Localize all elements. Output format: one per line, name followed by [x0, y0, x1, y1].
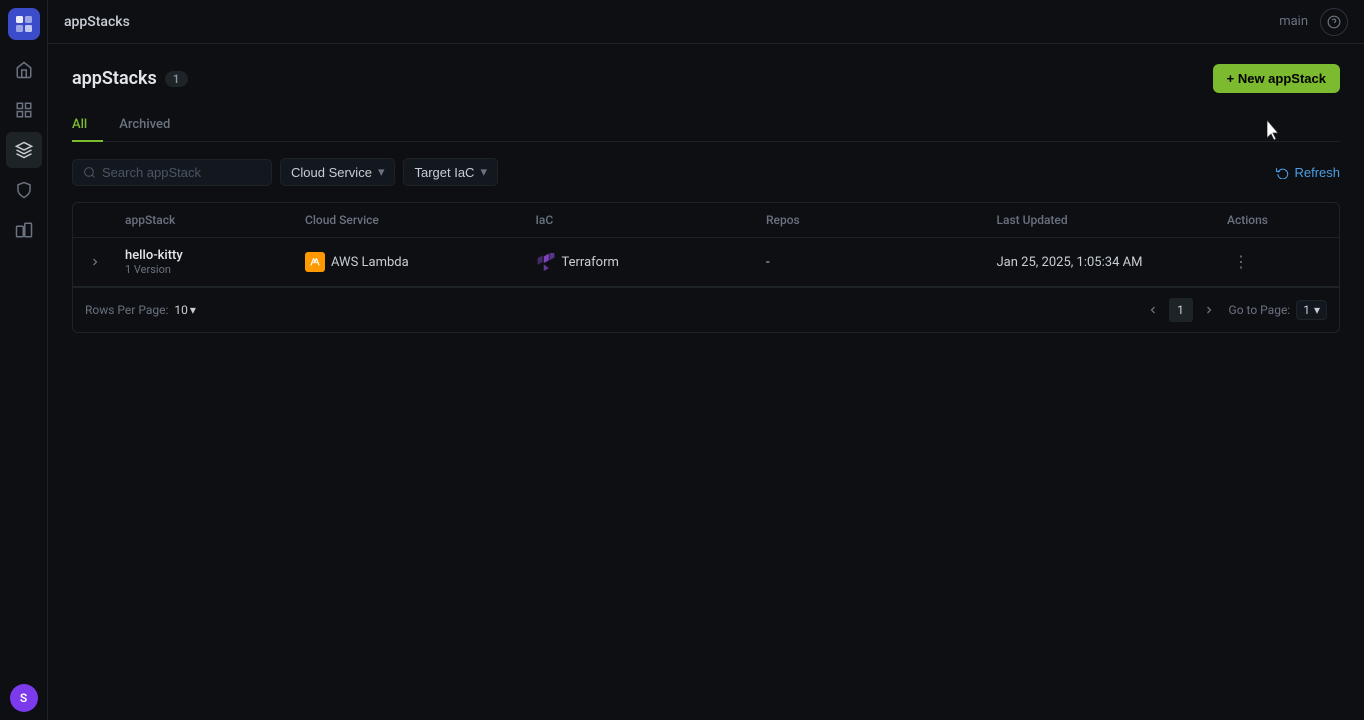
col-iac: IaC [536, 213, 767, 227]
cloud-service-filter-label: Cloud Service [291, 165, 372, 180]
row-repos-cell: - [766, 255, 997, 270]
row-expand-cell [85, 252, 125, 272]
new-appstack-button[interactable]: + New appStack [1213, 64, 1340, 93]
col-repos: Repos [766, 213, 997, 227]
rows-per-page-select[interactable]: 10 ▾ [174, 303, 196, 317]
current-page: 1 [1169, 298, 1193, 322]
refresh-button[interactable]: Refresh [1276, 165, 1340, 180]
goto-page: Go to Page: 1 ▾ [1229, 300, 1327, 320]
rows-per-page-label: Rows Per Page: [85, 303, 168, 317]
page-nav: 1 [1141, 298, 1221, 322]
page-body: appStacks 1 + New appStack All Archived [48, 44, 1364, 720]
search-box [72, 159, 272, 186]
sidebar: S [0, 0, 48, 720]
page-header: appStacks 1 + New appStack [72, 64, 1340, 93]
refresh-label: Refresh [1294, 165, 1340, 180]
target-iac-filter[interactable]: Target IaC ▾ [403, 158, 498, 186]
tab-all[interactable]: All [72, 109, 103, 142]
col-actions: Actions [1227, 213, 1327, 227]
table-header: appStack Cloud Service IaC Repos Last Up… [73, 203, 1339, 238]
goto-page-label: Go to Page: [1229, 303, 1291, 317]
page-title: appStacks [72, 68, 157, 89]
target-iac-filter-label: Target IaC [414, 165, 474, 180]
pagination: Rows Per Page: 10 ▾ 1 [73, 287, 1339, 332]
aws-lambda-icon [305, 252, 325, 272]
row-actions-cell: ⋮ [1227, 250, 1327, 274]
col-expand [85, 213, 125, 227]
rows-per-page-value: 10 [174, 303, 188, 317]
appstacks-table: appStack Cloud Service IaC Repos Last Up… [72, 202, 1340, 333]
goto-page-value: 1 [1303, 303, 1310, 317]
chevron-down-icon-rows: ▾ [190, 303, 196, 317]
row-iac-cell: Terraform [536, 252, 767, 272]
sidebar-item-security[interactable] [6, 172, 42, 208]
iac-name: Terraform [562, 255, 619, 270]
row-name-cell: hello-kitty 1 Version [125, 248, 305, 276]
expand-button[interactable] [85, 252, 105, 272]
help-button[interactable] [1320, 8, 1348, 36]
page-title-row: appStacks 1 [72, 68, 188, 89]
chevron-down-icon: ▾ [378, 164, 385, 180]
cloud-service-filter[interactable]: Cloud Service ▾ [280, 158, 395, 186]
cloud-service-name: AWS Lambda [331, 255, 409, 270]
search-input[interactable] [102, 165, 261, 180]
topbar: appStacks main [48, 0, 1364, 44]
chevron-down-icon-goto: ▾ [1314, 303, 1320, 317]
stack-name: hello-kitty [125, 248, 305, 263]
sidebar-item-appstacks[interactable] [6, 132, 42, 168]
chevron-down-icon-2: ▾ [480, 164, 487, 180]
search-icon [83, 166, 96, 179]
topbar-user: main [1279, 14, 1308, 29]
app-logo[interactable] [8, 8, 40, 40]
sidebar-item-dashboard[interactable] [6, 92, 42, 128]
table-row: hello-kitty 1 Version AWS Lambda [73, 238, 1339, 287]
sidebar-item-home[interactable] [6, 52, 42, 88]
terraform-icon [536, 252, 556, 272]
row-last-updated-cell: Jan 25, 2025, 1:05:34 AM [997, 255, 1228, 270]
tab-archived[interactable]: Archived [103, 109, 186, 142]
main-content: appStacks main appStacks 1 + New appStac… [48, 0, 1364, 720]
sidebar-item-organization[interactable] [6, 212, 42, 248]
stack-version: 1 Version [125, 263, 305, 276]
topbar-title: appStacks [64, 14, 1267, 30]
col-last-updated: Last Updated [997, 213, 1228, 227]
goto-page-select[interactable]: 1 ▾ [1296, 300, 1327, 320]
row-actions-button[interactable]: ⋮ [1227, 250, 1255, 274]
row-cloud-service-cell: AWS Lambda [305, 252, 536, 272]
next-page-button[interactable] [1197, 298, 1221, 322]
col-cloud-service: Cloud Service [305, 213, 536, 227]
prev-page-button[interactable] [1141, 298, 1165, 322]
user-avatar[interactable]: S [10, 684, 38, 712]
stack-count-badge: 1 [165, 71, 188, 87]
rows-per-page: Rows Per Page: 10 ▾ [85, 303, 196, 317]
toolbar: Cloud Service ▾ Target IaC ▾ Refresh [72, 158, 1340, 186]
col-appstack: appStack [125, 213, 305, 227]
tab-bar: All Archived [72, 109, 1340, 142]
